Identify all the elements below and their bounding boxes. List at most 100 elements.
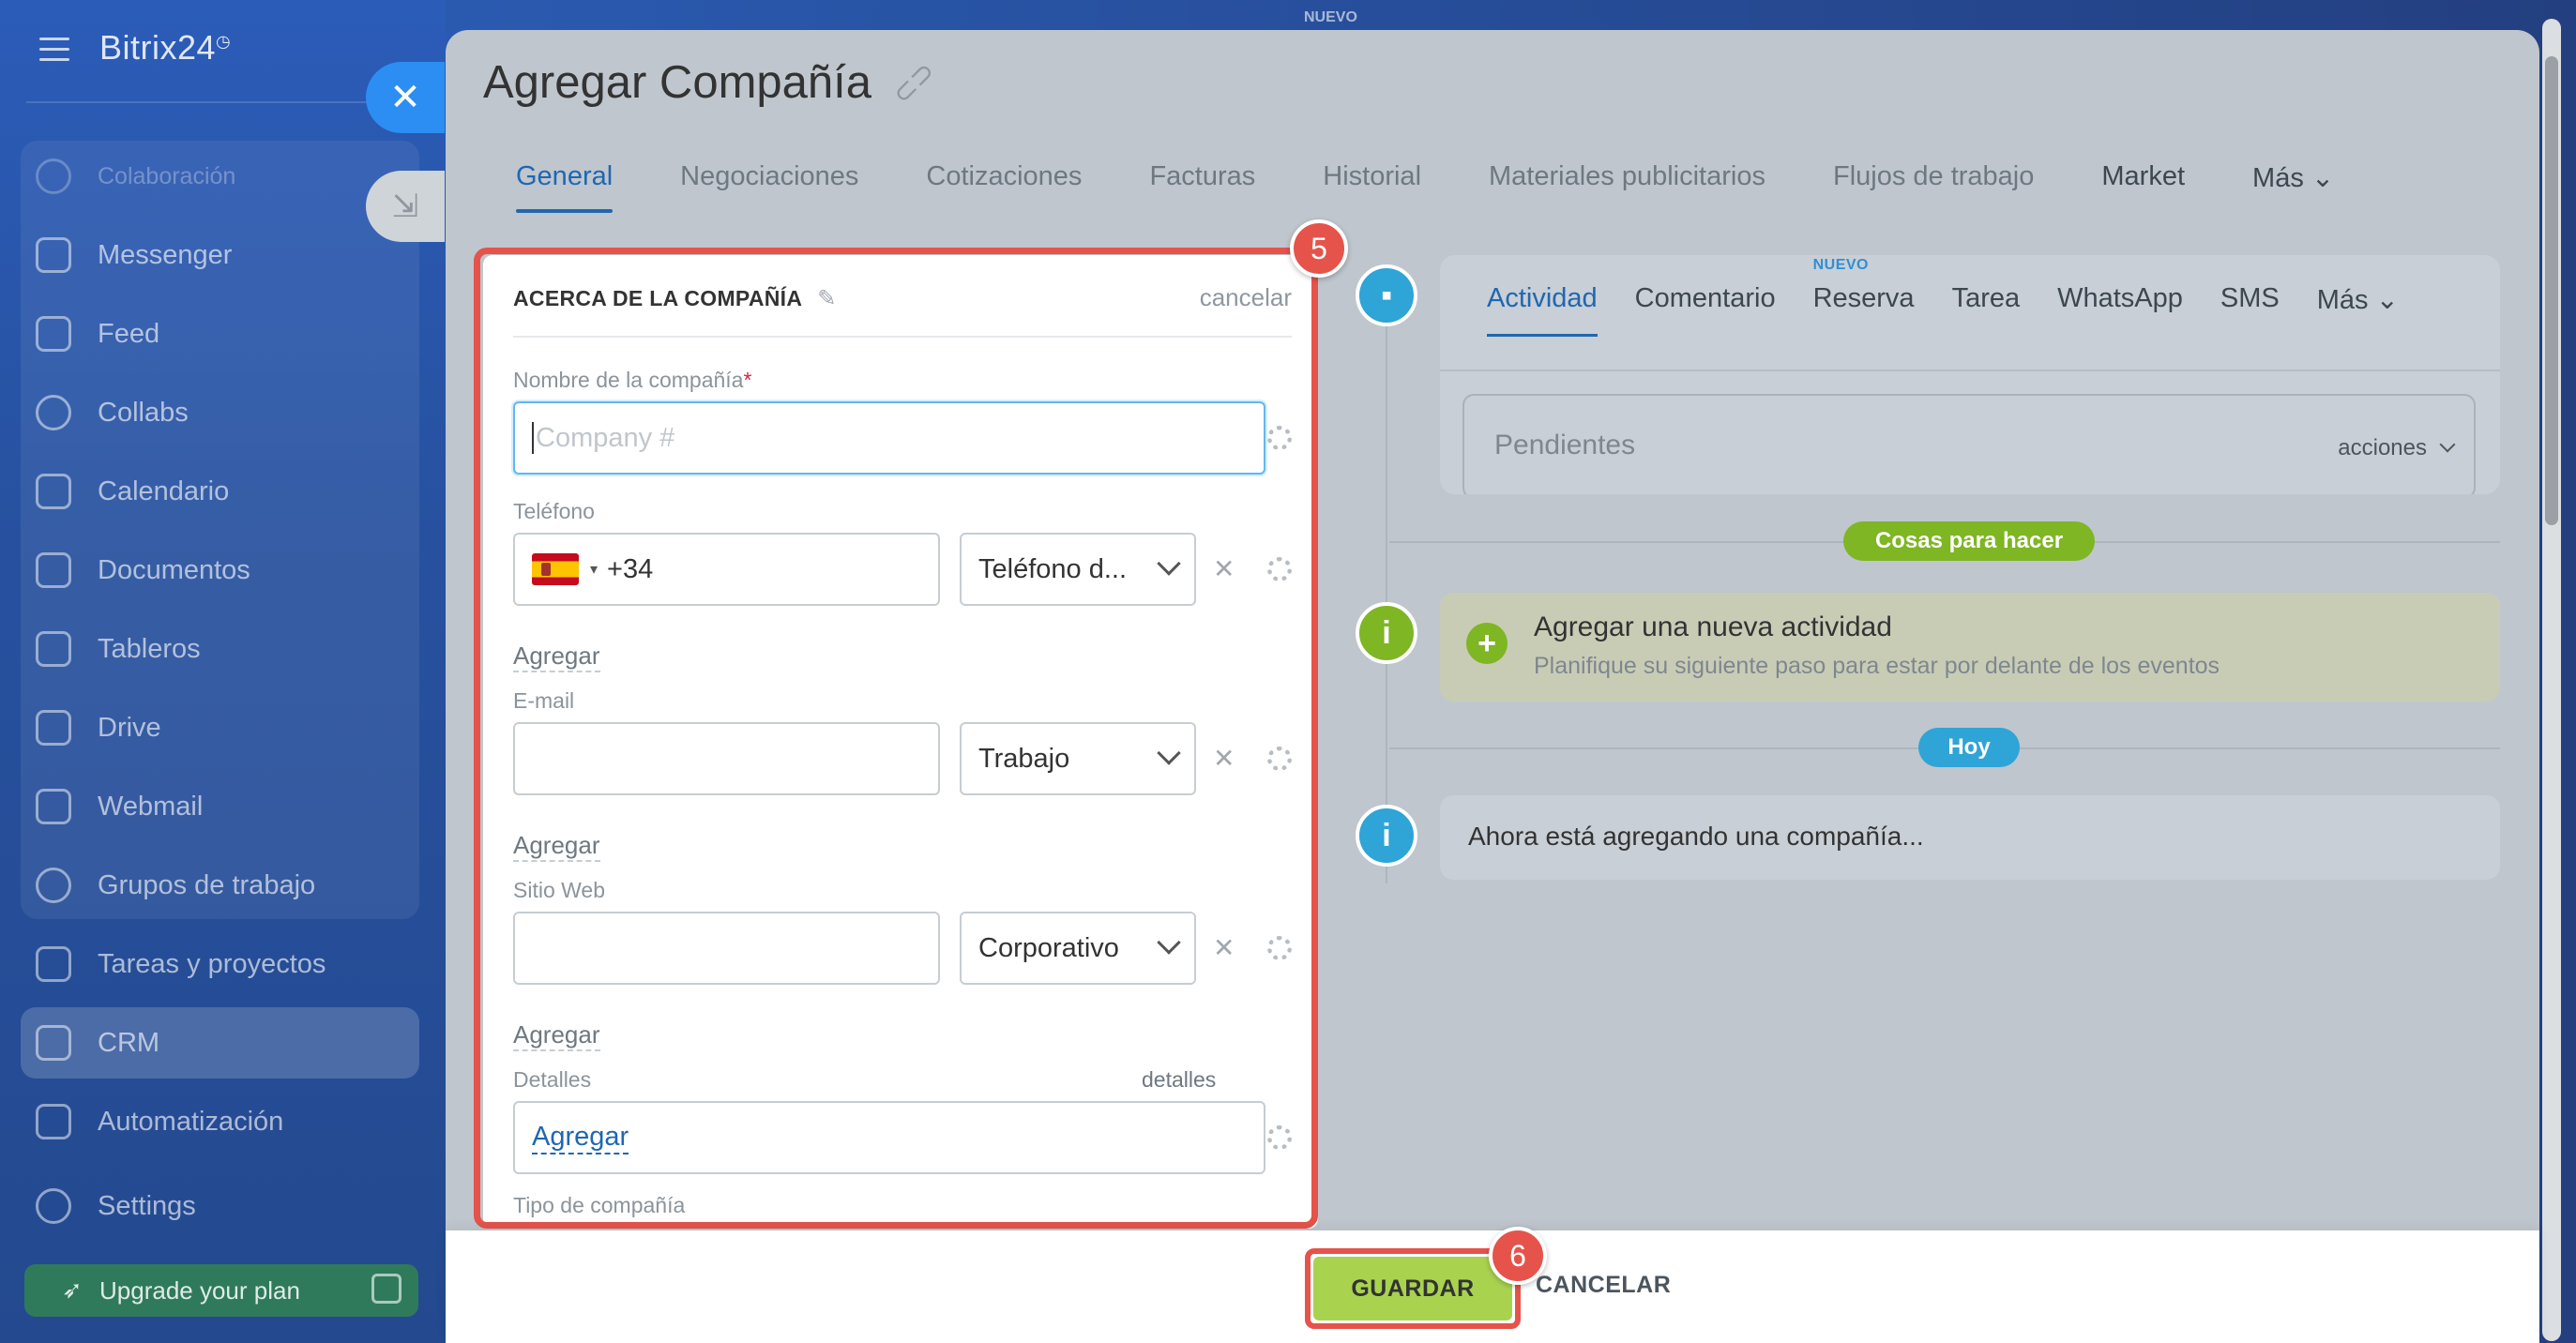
- details-link[interactable]: detalles: [1142, 1067, 1216, 1093]
- phone-prefix: +34: [607, 553, 654, 584]
- page-title-text: Agregar Compañía: [483, 57, 872, 108]
- chevron-down-icon: ⌄: [2311, 163, 2335, 193]
- phone-type-select[interactable]: Teléfono d...: [960, 533, 1196, 606]
- new-activity-card[interactable]: + Agregar una nueva actividad Planifique…: [1440, 593, 2500, 702]
- caret-down-icon[interactable]: ▾: [590, 560, 598, 579]
- details-field[interactable]: Agregar: [513, 1101, 1265, 1174]
- tab-facturas[interactable]: Facturas: [1149, 161, 1255, 213]
- gear-icon[interactable]: [1267, 557, 1292, 581]
- sidebar-item-grupos[interactable]: Grupos de trabajo: [36, 857, 315, 913]
- tab-cotizaciones[interactable]: Cotizaciones: [926, 161, 1082, 213]
- chevron-down-icon: [1157, 930, 1181, 955]
- phone-type-value: Teléfono d...: [978, 553, 1127, 584]
- tab-comentario[interactable]: Comentario: [1635, 283, 1776, 337]
- section-divider: [513, 336, 1292, 338]
- bitrix24-logo[interactable]: Bitrix24◷: [99, 28, 231, 68]
- sidebar-item-tableros[interactable]: Tableros: [36, 621, 201, 677]
- new-activity-subtitle: Planifique su siguiente paso para estar …: [1534, 653, 2220, 679]
- website-label: Sitio Web: [513, 878, 606, 902]
- section-header: ACERCA DE LA COMPAÑÍA ✎: [513, 285, 837, 312]
- chat-bubbles-icon: [36, 158, 71, 194]
- pencil-icon[interactable]: ✎: [817, 285, 836, 312]
- close-icon: ✕: [389, 77, 421, 118]
- gear-icon[interactable]: [1267, 426, 1292, 450]
- comment-bubble-icon: ▪: [1356, 264, 1417, 326]
- slider-footer: GUARDAR 6 CANCELAR: [446, 1227, 2539, 1343]
- website-type-value: Corporativo: [978, 932, 1119, 963]
- sidebar-item-documentos[interactable]: Documentos: [36, 542, 250, 598]
- tab-sms[interactable]: SMS: [2220, 283, 2280, 337]
- document-icon: [36, 552, 71, 588]
- tab-tarea[interactable]: Tarea: [1952, 283, 2021, 337]
- tab-whatsapp[interactable]: WhatsApp: [2057, 283, 2183, 337]
- sidebar-item-collabs[interactable]: Collabs: [36, 385, 189, 441]
- email-input[interactable]: [513, 722, 940, 795]
- sidebar-item-label: Automatización: [98, 1106, 284, 1137]
- phone-input[interactable]: ▾ +34: [513, 533, 940, 606]
- sidebar-item-drive[interactable]: Drive: [36, 700, 161, 756]
- tab-flujos[interactable]: Flujos de trabajo: [1833, 161, 2034, 213]
- sidebar-item-crm[interactable]: CRM: [21, 1007, 419, 1079]
- todo-pill: Cosas para hacer: [1843, 521, 2095, 561]
- info-icon: i: [1356, 805, 1417, 867]
- sidebar-item-feed[interactable]: Feed: [36, 306, 159, 362]
- chevron-down-icon: [1157, 551, 1181, 576]
- tab-reserva-label: Reserva: [1812, 283, 1915, 313]
- activity-tabs: Actividad Comentario NUEVO Reserva Tarea …: [1487, 257, 2436, 337]
- remove-icon[interactable]: ✕: [1213, 553, 1235, 584]
- upgrade-plan-button[interactable]: ➶ Upgrade your plan: [24, 1264, 418, 1317]
- sidebar-item-calendario[interactable]: Calendario: [36, 463, 229, 520]
- copy-link-icon[interactable]: ⊂⊃: [886, 54, 942, 111]
- plus-icon[interactable]: +: [1466, 623, 1508, 664]
- chevron-down-icon: [2439, 436, 2456, 453]
- gear-icon[interactable]: [1267, 747, 1292, 771]
- sidebar-item-label: Drive: [98, 712, 161, 743]
- website-input[interactable]: [513, 912, 940, 985]
- tab-mas-activity-label: Más: [2316, 285, 2369, 315]
- sidebar-item-label: Feed: [98, 318, 160, 349]
- company-name-input[interactable]: Company #: [513, 401, 1265, 475]
- background-nuevo-badge: NUEVO: [1304, 9, 1357, 25]
- tab-mas[interactable]: Más ⌄: [2252, 161, 2334, 213]
- website-type-select[interactable]: Corporativo: [960, 912, 1196, 985]
- tab-materiales[interactable]: Materiales publicitarios: [1489, 161, 1765, 213]
- actions-dropdown[interactable]: acciones: [2338, 435, 2456, 461]
- tab-actividad[interactable]: Actividad: [1487, 283, 1598, 337]
- sidebar-item-messenger[interactable]: Messenger: [36, 227, 232, 283]
- remove-icon[interactable]: ✕: [1213, 932, 1235, 963]
- remove-icon[interactable]: ✕: [1213, 743, 1235, 774]
- details-add-link[interactable]: Agregar: [532, 1122, 629, 1154]
- company-type-label: Tipo de compañía: [513, 1193, 686, 1217]
- pending-input[interactable]: Pendientes acciones: [1462, 394, 2476, 494]
- add-email-link[interactable]: Agregar: [513, 831, 600, 862]
- printer-icon[interactable]: [371, 1274, 402, 1304]
- add-website-link[interactable]: Agregar: [513, 1020, 600, 1051]
- email-type-select[interactable]: Trabajo: [960, 722, 1196, 795]
- save-button[interactable]: GUARDAR: [1313, 1257, 1512, 1320]
- info-icon: i: [1356, 602, 1417, 664]
- scrollbar-thumb[interactable]: [2545, 56, 2558, 525]
- sidebar-item-webmail[interactable]: Webmail: [36, 778, 203, 835]
- minimize-slider-button[interactable]: ⇲: [366, 171, 445, 242]
- gear-icon[interactable]: [1267, 936, 1292, 960]
- section-cancel-link[interactable]: cancelar: [1200, 283, 1292, 312]
- sidebar-item-label: Tableros: [98, 633, 201, 664]
- sidebar-item-automatizacion[interactable]: Automatización: [36, 1094, 283, 1150]
- tab-market[interactable]: Market: [2101, 161, 2185, 213]
- tab-negociaciones[interactable]: Negociaciones: [680, 161, 858, 213]
- tab-reserva[interactable]: NUEVO Reserva: [1812, 257, 1915, 337]
- tab-mas-activity[interactable]: Más ⌄: [2317, 283, 2399, 337]
- close-slider-button[interactable]: ✕: [366, 62, 445, 133]
- new-activity-title: Agregar una nueva actividad: [1534, 611, 1892, 642]
- spain-flag-icon[interactable]: [532, 553, 579, 585]
- pending-placeholder: Pendientes: [1494, 430, 1636, 460]
- tab-historial[interactable]: Historial: [1323, 161, 1421, 213]
- add-phone-link[interactable]: Agregar: [513, 641, 600, 672]
- gear-icon[interactable]: [1267, 1125, 1292, 1150]
- tab-general[interactable]: General: [516, 161, 614, 213]
- sidebar-item-tareas[interactable]: Tareas y proyectos: [36, 936, 326, 992]
- sidebar-item-settings[interactable]: Settings: [36, 1178, 196, 1234]
- sidebar-item-colaboracion[interactable]: Colaboración: [36, 148, 235, 204]
- cancel-button[interactable]: CANCELAR: [1536, 1272, 1671, 1299]
- hamburger-menu-icon[interactable]: [39, 38, 69, 62]
